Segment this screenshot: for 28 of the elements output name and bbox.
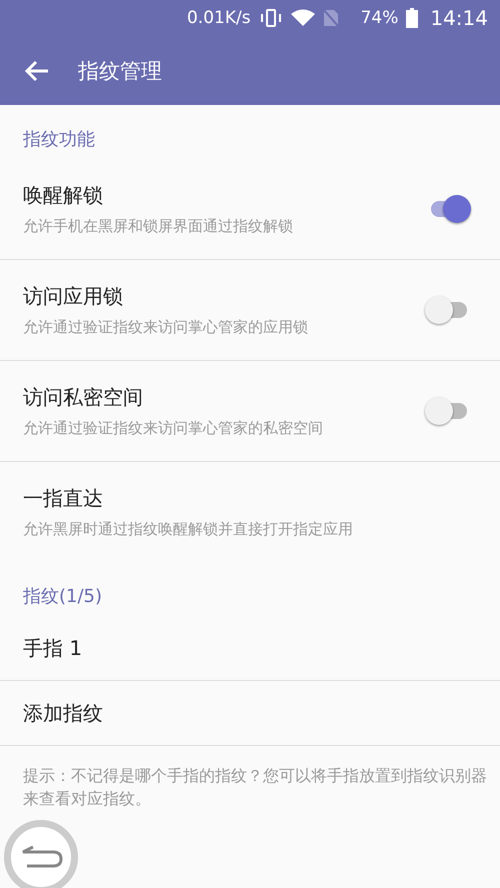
- item-title: 手指 1: [23, 634, 84, 662]
- hint-text: 提示：不记得是哪个手指的指纹？您可以将手指放置到指纹识别器来查看对应指纹。: [22, 765, 488, 810]
- item-description: 允许通过验证指纹来访问掌心管家的应用锁: [23, 318, 309, 337]
- section-header: 指纹(1/5): [22, 585, 104, 609]
- item-description: 允许黑屏时通过指纹唤醒解锁并直接打开指定应用: [23, 520, 354, 539]
- item-description: 允许通过验证指纹来访问掌心管家的私密空间: [23, 419, 324, 438]
- clock: 14:14: [430, 6, 488, 30]
- item-title: 访问应用锁: [23, 283, 124, 310]
- no-sim-icon: [322, 9, 339, 27]
- battery-icon: [406, 8, 418, 28]
- network-speed: 0.01K/s: [186, 8, 251, 28]
- settings-item[interactable]: 唤醒解锁 允许手机在黑屏和锁屏界面通过指纹解锁: [0, 159, 500, 260]
- settings-item[interactable]: 手指 1: [0, 616, 500, 681]
- item-title: 唤醒解锁: [23, 182, 104, 209]
- settings-item[interactable]: 访问应用锁 允许通过验证指纹来访问掌心管家的应用锁: [0, 260, 500, 361]
- screen-title: 指纹管理: [78, 58, 162, 84]
- item-title: 一指直达: [23, 485, 104, 512]
- settings-item[interactable]: 访问私密空间 允许通过验证指纹来访问掌心管家的私密空间: [0, 361, 500, 462]
- wifi-icon: [290, 9, 315, 27]
- item-title: 访问私密空间: [23, 384, 144, 411]
- back-arrow-icon: [24, 60, 50, 82]
- settings-item[interactable]: 添加指纹: [0, 681, 500, 746]
- section-header: 指纹功能: [22, 128, 96, 152]
- settings-item[interactable]: 一指直达 允许黑屏时通过指纹唤醒解锁并直接打开指定应用: [0, 462, 500, 562]
- battery-percent: 74%: [360, 8, 398, 28]
- item-title: 添加指纹: [23, 700, 104, 726]
- vibrate-icon: [258, 9, 283, 27]
- item-description: 允许手机在黑屏和锁屏界面通过指纹解锁: [23, 217, 294, 236]
